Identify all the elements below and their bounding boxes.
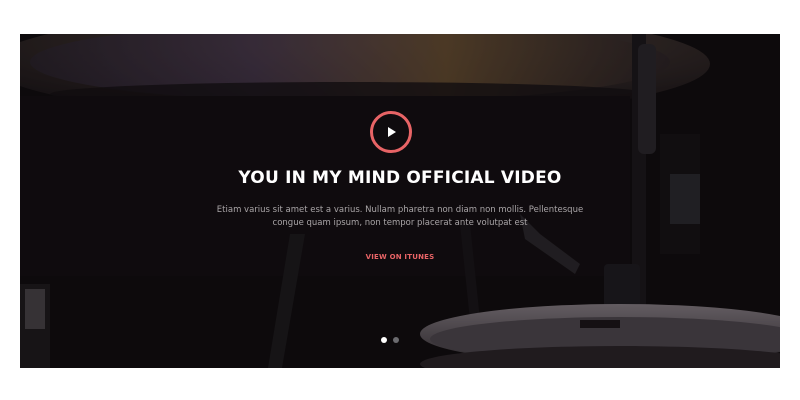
hero-slider: YOU IN MY MIND OFFICIAL VIDEO Etiam vari… (20, 34, 780, 368)
hero-description: Etiam varius sit amet est a varius. Null… (216, 205, 584, 228)
play-icon (388, 127, 396, 137)
hero-title: YOU IN MY MIND OFFICIAL VIDEO (238, 168, 562, 188)
view-on-itunes-link[interactable]: VIEW ON ITUNES (320, 252, 480, 262)
slider-dot-1[interactable] (381, 337, 387, 343)
slider-pagination (379, 337, 403, 345)
slider-dot-2[interactable] (393, 337, 399, 343)
play-video-button[interactable] (370, 111, 412, 153)
hero-content: YOU IN MY MIND OFFICIAL VIDEO Etiam vari… (20, 34, 780, 368)
